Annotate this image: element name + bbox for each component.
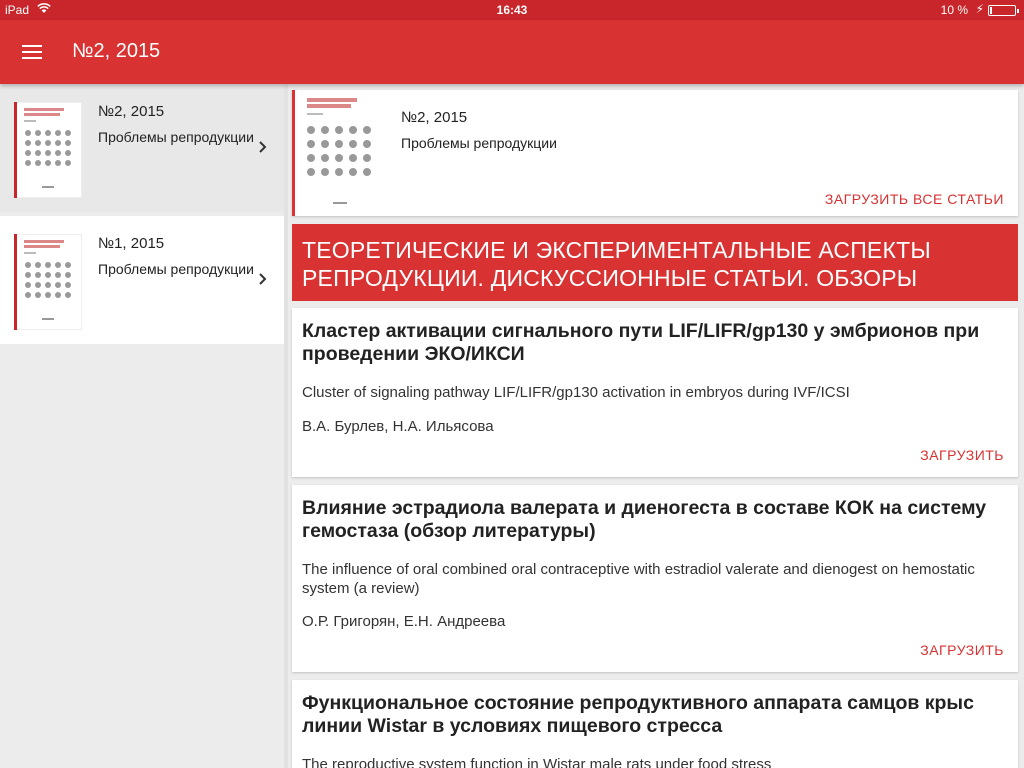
- charging-icon: ⚡: [975, 2, 984, 16]
- chevron-right-icon: [259, 273, 267, 285]
- article-title: Функциональное состояние репродуктивного…: [302, 692, 974, 737]
- chevron-right-icon: [259, 141, 267, 153]
- journal-cover-image: [297, 90, 383, 216]
- hamburger-icon[interactable]: [12, 36, 52, 68]
- article-card[interactable]: Кластер активации сигнального пути LIF/L…: [292, 308, 1018, 477]
- download-button[interactable]: ЗАГРУЗИТЬ: [920, 642, 1004, 658]
- page-title: №2, 2015: [72, 40, 161, 62]
- article-english-title: Cluster of signaling pathway LIF/LIFR/gp…: [302, 384, 850, 401]
- journal-name: Проблемы репродукции: [98, 129, 254, 145]
- articles-pane[interactable]: №2, 2015 Проблемы репродукции ЗАГРУЗИТЬ …: [288, 84, 1024, 768]
- issue-card: №2, 2015 Проблемы репродукции ЗАГРУЗИТЬ …: [292, 90, 1018, 216]
- issue-number: №2, 2015: [98, 103, 165, 120]
- journal-name: Проблемы репродукции: [401, 135, 557, 151]
- cover-graphic: [14, 234, 82, 330]
- article-card[interactable]: Влияние эстрадиола валерата и диеногеста…: [292, 485, 1018, 672]
- download-button[interactable]: ЗАГРУЗИТЬ: [920, 447, 1004, 463]
- article-card[interactable]: Функциональное состояние репродуктивного…: [292, 680, 1018, 768]
- status-bar: iPad 16:43 10 % ⚡: [0, 0, 1024, 20]
- cover-graphic: [297, 90, 383, 216]
- issue-number: №2, 2015: [401, 109, 468, 126]
- clock: 16:43: [496, 3, 528, 17]
- journal-cover-image: [14, 102, 82, 198]
- sidebar-issue-item[interactable]: №2, 2015 Проблемы репродукции: [0, 84, 284, 212]
- section-header: ТЕОРЕТИЧЕСКИЕ И ЭКСПЕРИМЕНТАЛЬНЫЕ АСПЕКТ…: [292, 224, 1018, 301]
- load-all-articles-button[interactable]: ЗАГРУЗИТЬ ВСЕ СТАТЬИ: [825, 191, 1004, 207]
- issues-sidebar: №2, 2015 Проблемы репродукции №1, 2015 П…: [0, 84, 284, 768]
- article-title: Влияние эстрадиола валерата и диеногеста…: [302, 497, 987, 542]
- battery-icon: [988, 5, 1019, 16]
- journal-cover-image: [14, 234, 82, 330]
- article-authors: В.А. Бурлев, Н.А. Ильясова: [302, 418, 494, 435]
- battery-fill: [990, 7, 992, 14]
- article-english-title: The influence of oral combined oral cont…: [302, 561, 975, 597]
- article-authors: О.Р. Григорян, Е.Н. Андреева: [302, 613, 506, 630]
- app-toolbar: №2, 2015: [0, 20, 1024, 84]
- sidebar-issue-item[interactable]: №1, 2015 Проблемы репродукции: [0, 216, 284, 344]
- issue-number: №1, 2015: [98, 235, 165, 252]
- battery-percent: 10 %: [940, 3, 968, 17]
- cover-graphic: [14, 102, 82, 198]
- journal-name: Проблемы репродукции: [98, 261, 254, 277]
- article-english-title: The reproductive system function in Wist…: [302, 756, 772, 768]
- article-title: Кластер активации сигнального пути LIF/L…: [302, 320, 980, 365]
